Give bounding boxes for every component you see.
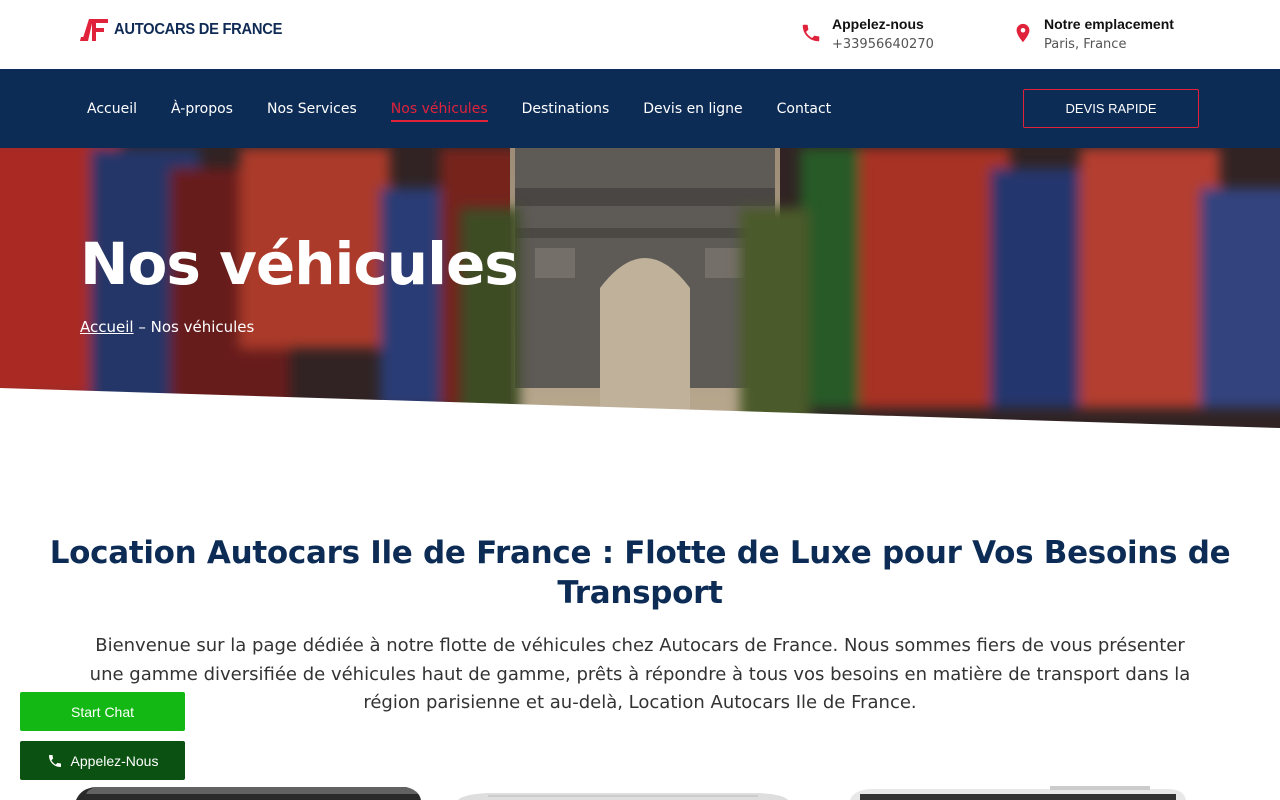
location-pin-icon	[1016, 23, 1030, 43]
vehicle-image-coach[interactable]	[76, 784, 421, 800]
phone-title: Appelez-nous	[832, 16, 924, 32]
vehicle-image-bus[interactable]	[850, 784, 1186, 800]
phone-number[interactable]: +33956640270	[832, 34, 934, 56]
section-heading: Location Autocars Ile de France : Flotte…	[49, 535, 1231, 611]
nav-item-nos-vehicules[interactable]: Nos véhicules	[390, 99, 488, 122]
page-title: Nos véhicules	[80, 230, 519, 298]
breadcrumb-separator: –	[133, 318, 151, 336]
location-contact: Notre emplacement Paris, France	[1012, 14, 1174, 56]
vehicle-image-minibus[interactable]	[458, 784, 788, 800]
top-header: AUTOCARS DE FRANCE Appelez-nous +3395664…	[0, 0, 1280, 69]
breadcrumb-current: Nos véhicules	[150, 318, 255, 336]
nav-item-devis-en-ligne[interactable]: Devis en ligne	[643, 99, 742, 119]
intro-paragraph: Bienvenue sur la page dédiée à notre flo…	[89, 635, 1191, 713]
phone-icon	[48, 754, 61, 767]
call-us-button[interactable]: Appelez-Nous	[20, 741, 185, 780]
quick-quote-button[interactable]: DEVIS RAPIDE	[1023, 89, 1199, 128]
nav-item-destinations[interactable]: Destinations	[522, 99, 610, 119]
location-title: Notre emplacement	[1044, 16, 1174, 32]
nav-item-contact[interactable]: Contact	[777, 99, 831, 119]
phone-contact[interactable]: Appelez-nous +33956640270	[800, 14, 934, 56]
breadcrumb-home-link[interactable]: Accueil	[80, 318, 134, 336]
site-logo[interactable]: AUTOCARS DE FRANCE	[80, 17, 297, 43]
call-us-label: Appelez-Nous	[70, 752, 159, 769]
logo-mark-icon	[80, 19, 108, 41]
phone-icon	[802, 24, 820, 42]
nav-item-accueil[interactable]: Accueil	[87, 99, 137, 119]
hero-banner: Nos véhicules Accueil – Nos véhicules	[0, 148, 1280, 428]
nav-item-a-propos[interactable]: À-propos	[171, 99, 233, 119]
location-value: Paris, France	[1044, 37, 1127, 52]
logo-text: AUTOCARS DE FRANCE	[114, 21, 283, 38]
start-chat-button[interactable]: Start Chat	[20, 692, 185, 731]
main-navigation: Accueil À-propos Nos Services Nos véhicu…	[0, 69, 1280, 148]
nav-item-nos-services[interactable]: Nos Services	[267, 99, 357, 119]
breadcrumb: Accueil – Nos véhicules	[80, 318, 254, 336]
